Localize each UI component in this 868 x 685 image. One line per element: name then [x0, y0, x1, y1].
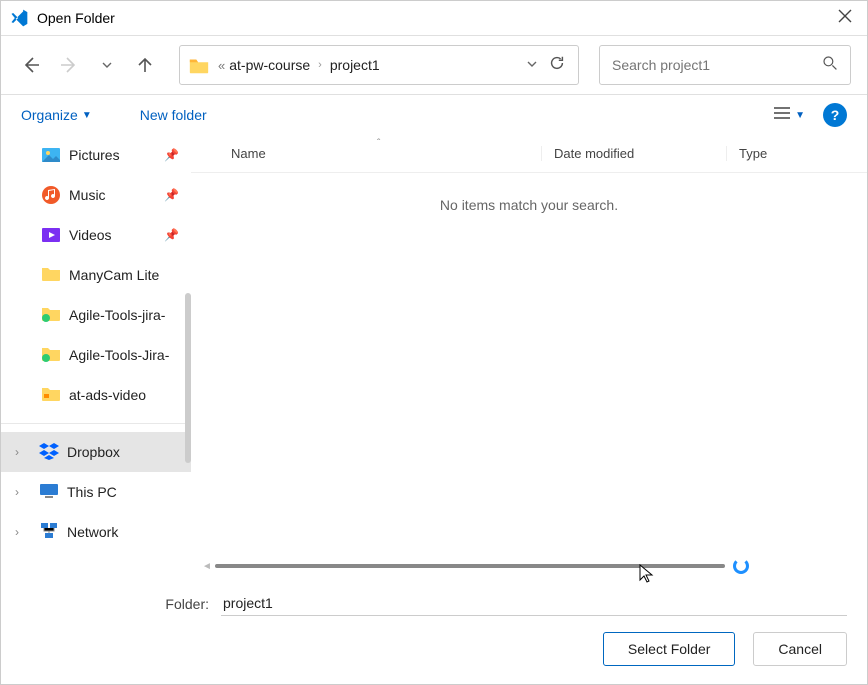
recent-dropdown[interactable]	[93, 51, 121, 79]
chevron-right-icon: ›	[318, 59, 322, 71]
organize-label: Organize	[21, 107, 78, 123]
column-date[interactable]: Date modified	[541, 146, 726, 161]
column-type[interactable]: Type	[726, 146, 867, 161]
file-list: ˆ Name Date modified Type No items match…	[191, 135, 867, 583]
sidebar-item-label: Music	[69, 187, 106, 203]
pin-icon: 📌	[164, 228, 179, 242]
breadcrumb-seg-2[interactable]: project1	[330, 57, 380, 73]
breadcrumb-overflow-icon[interactable]: «	[218, 58, 225, 73]
refresh-button[interactable]	[544, 54, 570, 77]
sidebar-item-manycam[interactable]: ManyCam Lite	[1, 255, 191, 295]
new-folder-button[interactable]: New folder	[140, 107, 207, 123]
sidebar-item-label: Videos	[69, 227, 112, 243]
horizontal-scrollbar[interactable]: ◄	[201, 561, 857, 571]
busy-spinner-icon	[733, 558, 749, 574]
list-view-icon	[773, 106, 791, 125]
sidebar-item-label: ManyCam Lite	[69, 267, 159, 283]
chevron-right-icon[interactable]: ›	[15, 485, 19, 499]
sidebar-root-network[interactable]: › Network	[1, 512, 191, 552]
nav-bar: « at-pw-course › project1	[1, 36, 867, 94]
scrollbar-thumb[interactable]	[215, 564, 725, 568]
address-bar[interactable]: « at-pw-course › project1	[179, 45, 579, 85]
search-input[interactable]	[612, 57, 822, 73]
pictures-icon	[41, 145, 61, 165]
close-icon[interactable]	[831, 7, 859, 30]
vscode-icon	[9, 8, 29, 28]
help-button[interactable]: ?	[823, 103, 847, 127]
empty-message: No items match your search.	[191, 173, 867, 237]
folder-label: Folder:	[21, 596, 221, 612]
search-icon	[822, 55, 838, 76]
breadcrumb-seg-1[interactable]: at-pw-course	[229, 57, 310, 73]
address-dropdown[interactable]	[520, 58, 544, 73]
window-title: Open Folder	[37, 10, 115, 26]
footer: Folder: Select Folder Cancel	[1, 583, 867, 680]
sidebar-root-thispc[interactable]: › This PC	[1, 472, 191, 512]
title-bar: Open Folder	[1, 1, 867, 35]
sidebar-item-agile1[interactable]: Agile-Tools-jira-	[1, 295, 191, 335]
pin-icon: 📌	[164, 148, 179, 162]
back-button[interactable]	[17, 51, 45, 79]
sidebar-root-label: Dropbox	[67, 444, 120, 460]
chevron-right-icon[interactable]: ›	[15, 525, 19, 539]
sort-asc-icon: ˆ	[377, 138, 380, 149]
sidebar-item-music[interactable]: Music 📌	[1, 175, 191, 215]
sidebar-item-label: Pictures	[69, 147, 120, 163]
network-icon	[39, 522, 59, 542]
column-type-label: Type	[739, 146, 767, 161]
music-icon	[41, 185, 61, 205]
pin-icon: 📌	[164, 188, 179, 202]
up-button[interactable]	[131, 51, 159, 79]
sidebar-item-videos[interactable]: Videos 📌	[1, 215, 191, 255]
dropbox-icon	[39, 442, 59, 462]
folder-sync-icon	[41, 345, 61, 365]
column-name[interactable]: ˆ Name	[191, 146, 541, 161]
folder-icon	[41, 265, 61, 285]
forward-button[interactable]	[55, 51, 83, 79]
organize-menu[interactable]: Organize ▼	[21, 107, 92, 123]
caret-down-icon: ▼	[82, 110, 92, 121]
search-box[interactable]	[599, 45, 851, 85]
sidebar-root-dropbox[interactable]: › Dropbox	[1, 432, 191, 472]
view-menu[interactable]: ▼	[773, 106, 805, 125]
sidebar-item-label: at-ads-video	[69, 387, 146, 403]
cancel-button[interactable]: Cancel	[753, 632, 847, 666]
scroll-left-icon[interactable]: ◄	[201, 561, 213, 572]
sidebar-item-label: Agile-Tools-jira-	[69, 307, 165, 323]
pc-icon	[39, 482, 59, 502]
select-folder-button[interactable]: Select Folder	[603, 632, 735, 666]
sidebar-root-label: This PC	[67, 484, 117, 500]
folder-input[interactable]	[221, 591, 847, 616]
videos-icon	[41, 225, 61, 245]
sidebar-item-label: Agile-Tools-Jira-	[69, 347, 169, 363]
folder-sync-icon	[41, 305, 61, 325]
column-date-label: Date modified	[554, 146, 634, 161]
sidebar-item-pictures[interactable]: Pictures 📌	[1, 135, 191, 175]
chevron-right-icon[interactable]: ›	[15, 445, 19, 459]
column-name-label: Name	[231, 146, 266, 161]
sidebar-root-label: Network	[67, 524, 118, 540]
folder-icon	[41, 385, 61, 405]
sidebar-item-agile2[interactable]: Agile-Tools-Jira-	[1, 335, 191, 375]
sidebar-item-atads[interactable]: at-ads-video	[1, 375, 191, 415]
column-headers: ˆ Name Date modified Type	[191, 135, 867, 173]
toolbar: Organize ▼ New folder ▼ ?	[1, 95, 867, 135]
caret-down-icon: ▼	[795, 110, 805, 121]
sidebar: Pictures 📌 Music 📌 Videos 📌 ManyCam Lite…	[1, 135, 191, 583]
folder-icon	[188, 55, 210, 75]
